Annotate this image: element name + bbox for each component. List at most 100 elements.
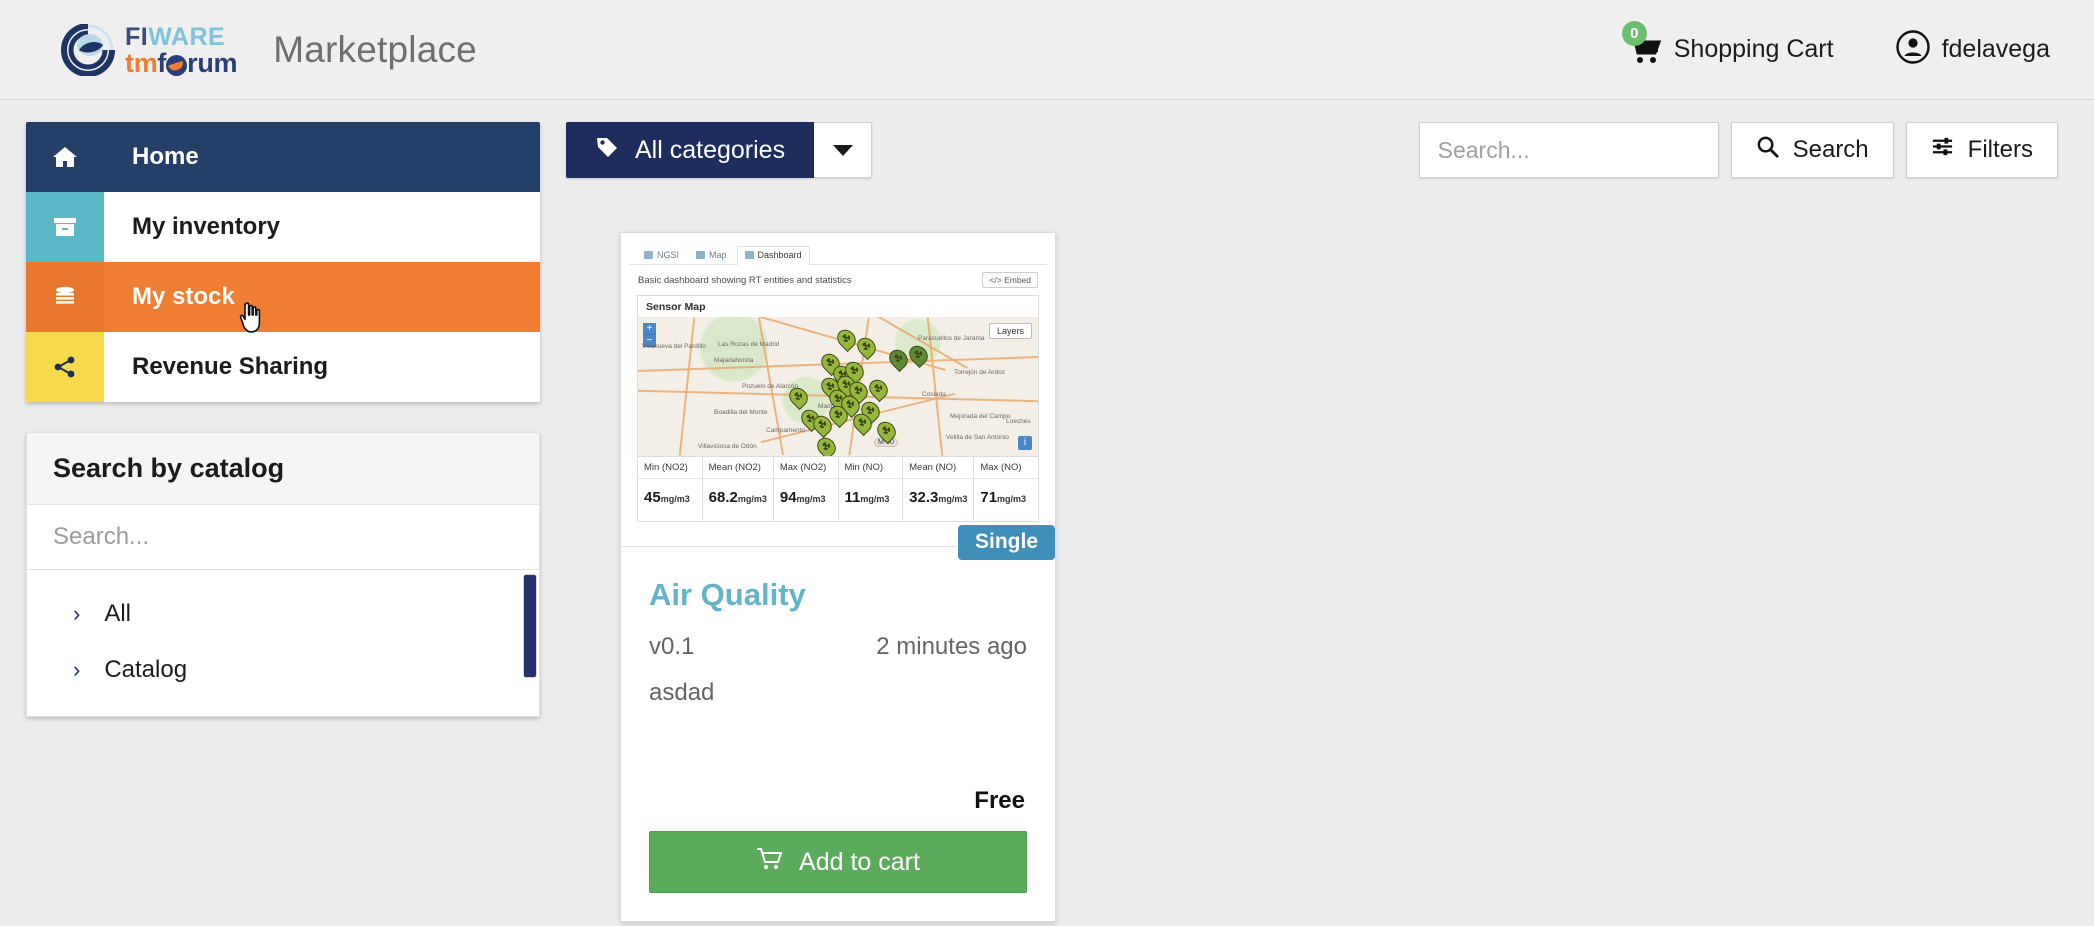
filters-button-label: Filters: [1967, 136, 2033, 163]
home-icon: [26, 122, 104, 192]
sensor-map-title: Sensor Map: [646, 301, 706, 313]
product-card-footer: Add to cart: [621, 815, 1055, 921]
stat-value-wrap: 94mg/m3: [774, 479, 838, 521]
catalog-search-input[interactable]: [27, 505, 539, 569]
chart-icon: [744, 251, 754, 259]
username-label: fdelavega: [1941, 35, 2050, 63]
stat-unit: mg/m3: [796, 494, 826, 504]
sensor-map: + − Layers i M-40 Villanueva del Pardill…: [638, 317, 1038, 456]
sensor-stats-row: Min (NO2) 45mg/m3 Mean (NO2) 68.2mg/m3 M…: [638, 456, 1038, 521]
preview-tab-label-map: Map: [709, 250, 727, 260]
map-icon: [696, 251, 706, 259]
map-place-label: Torrejón de Ardoz: [954, 369, 1005, 376]
product-description: asdad: [649, 679, 715, 706]
stat-value: 71: [980, 489, 998, 506]
map-place-label: Campamento: [766, 427, 806, 434]
sensor-pin: [813, 433, 840, 456]
stat-value: 94: [779, 489, 797, 506]
map-place-label: Loeches: [1006, 418, 1031, 425]
sidebar-menu: Home My inventory My stock Revenue Shari…: [26, 122, 540, 402]
sidebar-item-my-stock[interactable]: My stock: [26, 262, 540, 332]
search-by-catalog-panel: Search by catalog › All › Catalog: [26, 432, 540, 717]
all-categories-button[interactable]: All categories: [566, 122, 815, 178]
map-place-label: Velilla de San Antonio: [946, 434, 1009, 441]
catalog-scrollbar-thumb[interactable]: [523, 574, 537, 678]
stat-header: Mean (NO2): [702, 457, 773, 479]
product-updated: 2 minutes ago: [876, 633, 1027, 660]
brand-logo[interactable]: FIWARE tm f rum Marketplace: [60, 22, 477, 77]
sensor-pin: [833, 325, 860, 353]
add-to-cart-label: Add to cart: [799, 847, 920, 876]
shopping-cart-label: Shopping Cart: [1673, 35, 1834, 63]
sidebar-item-my-inventory[interactable]: My inventory: [26, 192, 540, 262]
preview-subtitle: Basic dashboard showing RT entities and …: [638, 274, 852, 286]
left-sidebar: Home My inventory My stock Revenue Shari…: [0, 122, 540, 922]
stat-value-wrap: 32.3mg/m3: [903, 479, 973, 521]
stat-header: Max (NO2): [773, 457, 838, 479]
product-card-list: NGSI Map Dashboard Basic dashboard showi…: [566, 232, 2058, 922]
add-to-cart-button[interactable]: Add to cart: [649, 831, 1027, 893]
stat-value-wrap: 68.2mg/m3: [703, 479, 773, 521]
map-layers-button: Layers: [988, 323, 1032, 339]
shopping-cart-button[interactable]: 0 Shopping Cart: [1621, 20, 1834, 66]
sliders-icon: [1931, 135, 1954, 165]
main-search-field: [1418, 122, 1719, 178]
stat-unit: mg/m3: [660, 494, 690, 504]
catalog-row-all[interactable]: › All: [27, 586, 539, 642]
inventory-box-icon: [26, 192, 104, 262]
preview-tab-ngsi: NGSI: [637, 247, 686, 264]
stat-unit: mg/m3: [997, 494, 1027, 504]
product-title[interactable]: Air Quality: [649, 577, 1027, 613]
map-place-label: Villanueva del Pardillo: [642, 343, 706, 350]
user-circle-icon: [1895, 30, 1930, 69]
catalog-tree: › All › Catalog: [27, 570, 539, 716]
product-card-body: Air Quality v0.1 2 minutes ago asdad Fre…: [621, 547, 1055, 815]
all-categories-label: All categories: [635, 135, 786, 164]
categories-dropdown-toggle[interactable]: [814, 122, 873, 178]
sidebar-item-home[interactable]: Home: [26, 122, 540, 192]
sidebar-item-label-revenue-sharing: Revenue Sharing: [132, 353, 329, 380]
fiware-wordmark: FIWARE: [125, 22, 226, 51]
search-button[interactable]: Search: [1730, 122, 1894, 178]
stat-unit: mg/m3: [938, 494, 968, 504]
search-button-label: Search: [1792, 136, 1869, 163]
sidebar-item-revenue-sharing[interactable]: Revenue Sharing: [26, 332, 540, 402]
preview-tab-label-dashboard: Dashboard: [757, 250, 802, 260]
stat-header: Min (NO2): [638, 457, 702, 479]
stat-min-no: Min (NO) 11mg/m3: [838, 457, 904, 521]
product-meta: v0.1 2 minutes ago: [649, 633, 1027, 661]
preview-tab-label-ngsi: NGSI: [657, 250, 680, 260]
preview-tab-map: Map: [689, 247, 734, 264]
filters-button[interactable]: Filters: [1905, 122, 2058, 178]
stat-max-no: Max (NO) 71mg/m3: [974, 457, 1038, 521]
map-zoom-in-button: +: [643, 323, 656, 335]
chevron-right-icon: ›: [73, 657, 81, 682]
stat-unit: mg/m3: [737, 494, 767, 504]
sensor-pin: [853, 333, 880, 361]
main-search-input[interactable]: [1419, 123, 1718, 177]
map-place-label: Pozuelo de Alarcón: [742, 383, 799, 390]
user-menu-button[interactable]: fdelavega: [1895, 30, 2050, 69]
main-content: All categories Search... Search Filters …: [540, 122, 2094, 922]
sensor-map-panel: Sensor Map + − Layers i Villanueva del P…: [637, 295, 1039, 522]
map-place-label: Paracuellos de Jarama: [918, 335, 985, 342]
catalog-row-catalog[interactable]: › Catalog: [27, 642, 539, 698]
sidebar-item-label-my-inventory: My inventory: [132, 213, 281, 240]
preview-tab-dashboard: Dashboard: [736, 246, 810, 265]
stat-header: Min (NO): [838, 457, 903, 479]
stat-mean-no: Mean (NO) 32.3mg/m3: [903, 457, 975, 521]
stat-value: 68.2: [708, 489, 738, 506]
stat-value: 11: [844, 489, 861, 506]
page-content: Home My inventory My stock Revenue Shari…: [0, 100, 2094, 922]
app-title: Marketplace: [273, 28, 477, 70]
stat-value-wrap: 71mg/m3: [974, 479, 1038, 521]
share-nodes-icon: [26, 332, 104, 402]
file-icon: [644, 251, 653, 259]
cart-count-badge: 0: [1621, 20, 1647, 46]
stat-max-no2: Max (NO2) 94mg/m3: [773, 457, 839, 521]
status-badge: Single: [957, 525, 1055, 560]
sidebar-item-label-my-stock: My stock: [132, 283, 235, 310]
product-thumbnail[interactable]: NGSI Map Dashboard Basic dashboard showi…: [621, 233, 1055, 560]
caret-down-icon: [832, 144, 853, 156]
catalog-panel-title: Search by catalog: [27, 433, 539, 505]
